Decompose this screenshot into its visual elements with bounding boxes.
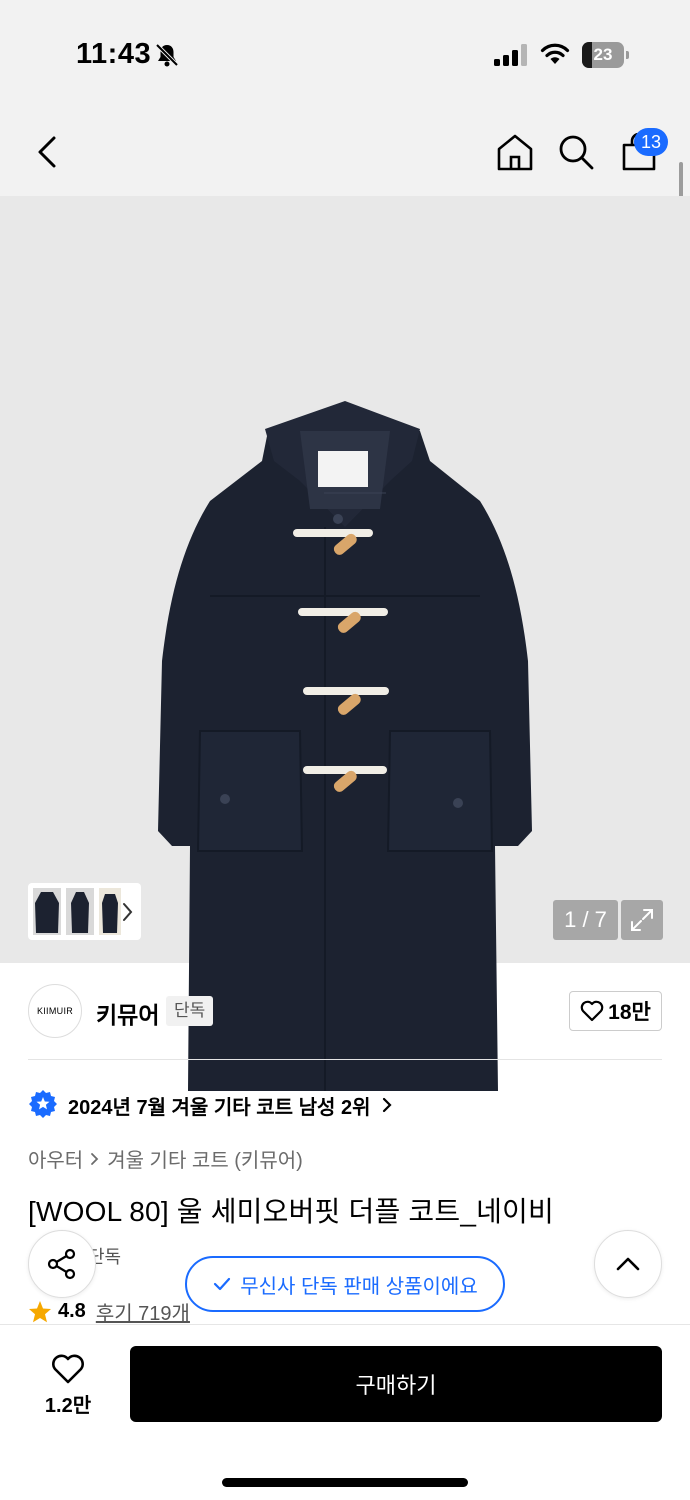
battery-level: 23 bbox=[593, 45, 613, 64]
chevron-right-icon bbox=[91, 1152, 99, 1165]
search-icon bbox=[559, 135, 594, 170]
thumbnail-image[interactable] bbox=[66, 888, 94, 935]
battery-icon: 23 bbox=[582, 42, 629, 68]
ranking-medal-icon bbox=[29, 1090, 57, 1118]
chevron-up-icon bbox=[616, 1257, 640, 1271]
status-bar: 11:43 23 bbox=[0, 0, 690, 110]
chevron-left-icon bbox=[38, 136, 56, 168]
cart-count-badge: 13 bbox=[634, 128, 668, 156]
ranking-link[interactable]: 2024년 7월 겨울 기타 코트 남성 2위 bbox=[28, 1087, 394, 1123]
brand-row: KIIMUIR 키뮤어 단독 18만 bbox=[0, 963, 690, 1059]
exclusive-badge: 단독 bbox=[166, 996, 214, 1026]
toast-text: 무신사 단독 판매 상품이에요 bbox=[240, 1275, 478, 1298]
checkmark-icon bbox=[214, 1277, 231, 1291]
home-icon bbox=[497, 134, 533, 171]
back-button[interactable] bbox=[24, 128, 72, 176]
cellular-signal-icon bbox=[494, 44, 527, 66]
brand-like-count: 18만 bbox=[608, 1001, 651, 1024]
image-page-indicator: 1 / 7 bbox=[553, 900, 618, 940]
chevron-right-icon bbox=[383, 1097, 393, 1113]
rating-value: 4.8 bbox=[58, 1300, 86, 1322]
breadcrumb-item[interactable]: 겨울 기타 코트 (키뮤어) bbox=[107, 1144, 303, 1173]
wifi-icon bbox=[540, 43, 570, 64]
heart-icon bbox=[580, 1000, 604, 1022]
exclusive-toast: 무신사 단독 판매 상품이에요 bbox=[185, 1256, 505, 1312]
rating-row: 4.8 후기 719개 bbox=[28, 1297, 190, 1326]
top-nav bbox=[0, 110, 690, 196]
bell-muted-icon bbox=[155, 43, 179, 67]
scroll-to-top-button[interactable] bbox=[594, 1230, 662, 1298]
home-button[interactable] bbox=[491, 128, 539, 176]
thumbnail-image[interactable] bbox=[33, 888, 61, 935]
product-title: [WOOL 80] 울 세미오버핏 더플 코트_네이비 bbox=[28, 1196, 554, 1227]
share-button[interactable] bbox=[28, 1230, 96, 1298]
status-time: 11:43 bbox=[76, 38, 152, 70]
brand-name[interactable]: 키뮤어 bbox=[96, 996, 159, 1030]
wishlist-button[interactable]: 1.2만 bbox=[28, 1345, 108, 1425]
breadcrumb: 아우터 겨울 기타 코트 (키뮤어) bbox=[28, 1144, 303, 1173]
star-icon bbox=[29, 1300, 51, 1322]
heart-icon bbox=[52, 1354, 84, 1383]
review-link[interactable]: 후기 719개 bbox=[96, 1297, 190, 1326]
brand-logo[interactable]: KIIMUIR bbox=[28, 984, 82, 1038]
chevron-right-icon[interactable] bbox=[118, 900, 136, 924]
expand-icon bbox=[631, 909, 653, 931]
bottom-purchase-bar: 1.2만 구매하기 bbox=[0, 1324, 690, 1500]
product-image-gallery[interactable] bbox=[0, 196, 690, 1091]
brand-like-button[interactable]: 18만 bbox=[569, 991, 662, 1031]
breadcrumb-item[interactable]: 아우터 bbox=[28, 1144, 83, 1173]
search-button[interactable] bbox=[552, 128, 600, 176]
expand-image-button[interactable] bbox=[621, 900, 663, 940]
buy-button[interactable]: 구매하기 bbox=[130, 1346, 662, 1422]
share-icon bbox=[47, 1248, 76, 1280]
ranking-text: 2024년 7월 겨울 기타 코트 남성 2위 bbox=[68, 1096, 371, 1119]
home-indicator[interactable] bbox=[222, 1478, 468, 1487]
divider bbox=[28, 1059, 662, 1060]
wishlist-count: 1.2만 bbox=[44, 1394, 92, 1417]
